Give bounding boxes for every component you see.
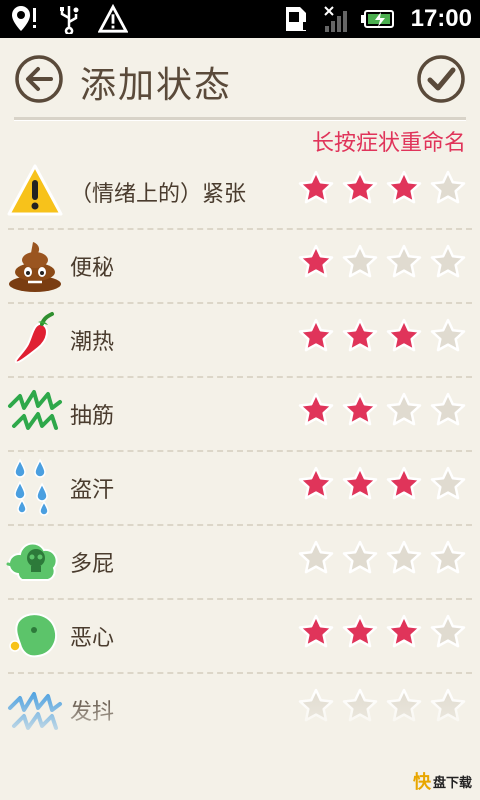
symptom-row[interactable]: 发抖 [0, 674, 480, 746]
star-empty-icon[interactable] [430, 392, 466, 428]
symptom-label: 发抖 [70, 700, 115, 725]
star-rating[interactable] [298, 392, 466, 428]
symptom-row[interactable]: （情绪上的）紧张 [0, 156, 480, 230]
usb-icon [54, 4, 84, 34]
star-empty-icon[interactable] [430, 318, 466, 354]
warning-icon [98, 4, 128, 34]
header-divider [14, 117, 466, 121]
star-empty-icon[interactable] [342, 244, 378, 280]
star-empty-icon[interactable] [386, 540, 422, 576]
location-pin-icon [10, 4, 40, 34]
symptom-label: 潮热 [70, 330, 115, 355]
status-time: 17:00 [410, 5, 472, 32]
star-filled-icon[interactable] [342, 318, 378, 354]
symptom-row[interactable]: 便秘 [0, 230, 480, 304]
star-rating[interactable] [298, 244, 466, 280]
symptom-row[interactable]: 恶心 [0, 600, 480, 674]
back-arrow-icon [15, 55, 63, 103]
star-empty-icon[interactable] [386, 392, 422, 428]
star-empty-icon[interactable] [298, 688, 334, 724]
star-empty-icon[interactable] [298, 540, 334, 576]
star-filled-icon[interactable] [342, 392, 378, 428]
watermark-k: 快 [412, 772, 431, 793]
signal-icon [321, 4, 351, 34]
star-empty-icon[interactable] [430, 540, 466, 576]
star-empty-icon[interactable] [342, 688, 378, 724]
chili-pepper-icon [6, 310, 64, 368]
star-filled-icon[interactable] [298, 466, 334, 502]
star-empty-icon[interactable] [430, 688, 466, 724]
symptom-label: 恶心 [70, 626, 115, 651]
battery-charging-icon [360, 4, 397, 34]
star-filled-icon[interactable] [386, 170, 422, 206]
sd-card-icon [281, 4, 311, 34]
watermark-text: 盘下载 [432, 774, 472, 790]
star-filled-icon[interactable] [342, 614, 378, 650]
symptom-label: 盗汗 [70, 478, 115, 503]
star-empty-icon[interactable] [430, 244, 466, 280]
star-filled-icon[interactable] [342, 170, 378, 206]
symptom-row[interactable]: 潮热 [0, 304, 480, 378]
warning-sign-icon [6, 162, 64, 220]
header: 添加状态 [0, 38, 480, 120]
star-empty-icon[interactable] [430, 170, 466, 206]
checkmark-icon [417, 55, 465, 103]
star-rating[interactable] [298, 688, 466, 724]
star-rating[interactable] [298, 540, 466, 576]
cramp-zigzag-icon [6, 384, 64, 442]
star-filled-icon[interactable] [298, 244, 334, 280]
symptom-label: 多屁 [70, 552, 115, 577]
star-filled-icon[interactable] [298, 392, 334, 428]
star-empty-icon[interactable] [430, 466, 466, 502]
shiver-zigzag-icon [6, 680, 64, 738]
gas-cloud-icon [6, 532, 64, 590]
star-rating[interactable] [298, 318, 466, 354]
star-filled-icon[interactable] [342, 466, 378, 502]
star-filled-icon[interactable] [298, 170, 334, 206]
star-empty-icon[interactable] [386, 688, 422, 724]
symptom-row[interactable]: 多屁 [0, 526, 480, 600]
symptom-row[interactable]: 盗汗 [0, 452, 480, 526]
nausea-face-icon [6, 606, 64, 664]
symptom-label: （情绪上的）紧张 [70, 182, 247, 207]
star-filled-icon[interactable] [298, 614, 334, 650]
symptom-label: 抽筋 [70, 404, 115, 429]
page-title: 添加状态 [80, 65, 233, 106]
poop-icon [6, 236, 64, 294]
watermark-logo: 快 盘下载 [413, 768, 472, 794]
confirm-button[interactable] [416, 54, 466, 104]
sweat-drops-icon [6, 458, 64, 516]
star-empty-icon[interactable] [342, 540, 378, 576]
star-filled-icon[interactable] [386, 318, 422, 354]
status-bar: 17:00 [0, 0, 480, 38]
star-filled-icon[interactable] [386, 466, 422, 502]
symptom-list: （情绪上的）紧张 便秘 潮热 抽筋 盗汗 多屁 恶心 发抖 [0, 156, 480, 748]
symptom-label: 便秘 [70, 256, 115, 281]
symptom-row[interactable]: 抽筋 [0, 378, 480, 452]
rename-hint: 长按症状重命名 [311, 131, 466, 156]
star-rating[interactable] [298, 466, 466, 502]
star-filled-icon[interactable] [298, 318, 334, 354]
star-empty-icon[interactable] [386, 244, 422, 280]
star-rating[interactable] [298, 170, 466, 206]
star-filled-icon[interactable] [386, 614, 422, 650]
star-rating[interactable] [298, 614, 466, 650]
back-button[interactable] [14, 54, 64, 104]
star-empty-icon[interactable] [430, 614, 466, 650]
